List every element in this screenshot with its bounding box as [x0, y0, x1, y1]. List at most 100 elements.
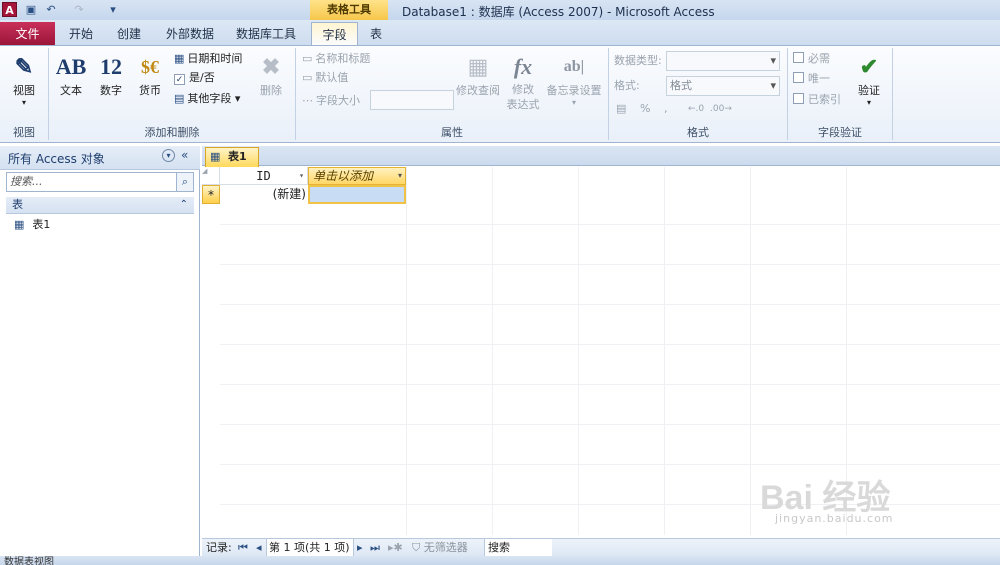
- more-fields-icon: ▤: [174, 92, 185, 105]
- tab-table[interactable]: 表: [360, 22, 392, 46]
- first-record-icon[interactable]: ⏮: [238, 539, 248, 556]
- modify-lookups-button[interactable]: ▦ 修改查阅: [454, 52, 502, 98]
- document-tab-table1[interactable]: ▦ 表1: [205, 147, 259, 167]
- tab-home[interactable]: 开始: [60, 22, 102, 46]
- collapse-group-icon[interactable]: ⌃: [180, 197, 188, 213]
- last-record-icon[interactable]: ⏭: [370, 539, 380, 556]
- tab-external-data[interactable]: 外部数据: [158, 22, 222, 46]
- tab-create[interactable]: 创建: [108, 22, 150, 46]
- currency-format-button[interactable]: ▤: [616, 100, 626, 118]
- validation-button[interactable]: ✔ 验证 ▾: [850, 52, 888, 107]
- modify-expression-button[interactable]: fx 修改 表达式: [504, 52, 542, 112]
- group-label-properties: 属性: [441, 126, 463, 139]
- column-header-id[interactable]: ID ▾: [220, 167, 308, 185]
- grid-line: [220, 384, 1000, 385]
- grid-line: [220, 304, 1000, 305]
- view-button[interactable]: ✎ 视图 ▾: [6, 52, 42, 107]
- delete-icon: ✖: [261, 54, 281, 79]
- grid-line: [220, 224, 1000, 225]
- new-record-active-cell[interactable]: [308, 185, 406, 204]
- required-checkbox[interactable]: 必需: [793, 50, 830, 68]
- group-label-validation: 字段验证: [818, 126, 862, 139]
- chevron-down-icon[interactable]: ▾: [299, 167, 304, 185]
- group-label-add-delete: 添加和删除: [144, 126, 200, 139]
- checkbox-icon: [793, 72, 804, 83]
- nav-pane-header[interactable]: 所有 Access 对象 ▾ «: [0, 146, 200, 170]
- name-caption-button[interactable]: ▭ 名称和标题: [302, 50, 370, 68]
- document-tab-strip: [202, 146, 1000, 166]
- validation-check-icon: ✔: [859, 54, 879, 79]
- table-tools-context-label: 表格工具: [310, 0, 388, 20]
- datetime-field-button[interactable]: ▦ 日期和时间: [174, 50, 242, 68]
- checkbox-icon: [793, 93, 804, 104]
- nav-group-header-tables[interactable]: 表 ⌃: [6, 197, 194, 214]
- group-label-format: 格式: [687, 126, 709, 139]
- grid-line: [492, 167, 493, 535]
- grid-line: [220, 424, 1000, 425]
- indexed-checkbox[interactable]: 已索引: [793, 91, 841, 109]
- undo-icon[interactable]: ↶: [44, 3, 58, 17]
- memo-settings-button[interactable]: ab| 备忘录设置 ▾: [544, 52, 604, 107]
- yesno-field-button[interactable]: ✓ 是/否: [174, 69, 215, 87]
- chevron-down-icon: ▾: [866, 98, 871, 107]
- redo-icon[interactable]: ↷: [72, 3, 86, 17]
- access-app-icon[interactable]: A: [2, 2, 17, 17]
- datasheet-view-icon: ✎: [14, 54, 34, 79]
- comma-button[interactable]: ,: [664, 100, 668, 118]
- record-navigation-bar: 记录: ⏮ ◂ 第 1 项(共 1 项) ▸ ⏭ ▸✱ ⛉ 无筛选器 搜索: [202, 538, 1000, 556]
- text-field-button[interactable]: AB 文本: [54, 52, 88, 98]
- checkbox-icon: ✓: [174, 74, 185, 85]
- current-record-field[interactable]: 第 1 项(共 1 项): [266, 539, 354, 556]
- save-icon[interactable]: ▣: [24, 3, 38, 17]
- memo-icon: ab|: [563, 58, 585, 75]
- collapse-pane-icon[interactable]: «: [181, 148, 188, 162]
- column-header-click-to-add[interactable]: 单击以添加 ▾: [308, 167, 406, 185]
- select-all-corner[interactable]: ◢: [202, 167, 220, 185]
- record-search-input[interactable]: 搜索: [484, 539, 552, 556]
- status-text: 数据表视图: [4, 557, 54, 565]
- customize-qat-icon[interactable]: ▾: [108, 3, 118, 17]
- grid-line: [578, 167, 579, 535]
- nav-menu-chevron-icon[interactable]: ▾: [162, 149, 175, 162]
- baidu-watermark-url: jingyan.baidu.com: [775, 512, 894, 525]
- tab-database-tools[interactable]: 数据库工具: [228, 22, 304, 46]
- table-icon: ▦: [14, 218, 25, 231]
- new-record-icon[interactable]: ▸✱: [388, 539, 403, 556]
- new-record-selector[interactable]: *: [202, 185, 220, 204]
- grid-line: [750, 167, 751, 535]
- field-size-input[interactable]: [370, 90, 454, 110]
- nav-search-input[interactable]: 搜索...: [6, 172, 177, 192]
- format-select[interactable]: 格式 ▾: [666, 76, 780, 96]
- delete-field-button[interactable]: ✖ 删除: [254, 52, 288, 98]
- status-bar: 数据表视图: [0, 556, 1000, 565]
- tab-fields[interactable]: 字段: [311, 22, 358, 46]
- default-value-button[interactable]: ▭ 默认值: [302, 69, 348, 87]
- more-fields-button[interactable]: ▤ 其他字段 ▾: [174, 90, 240, 108]
- unique-checkbox[interactable]: 唯一: [793, 70, 830, 88]
- percent-button[interactable]: %: [640, 100, 650, 118]
- grid-line: [406, 167, 407, 535]
- increase-decimals-button[interactable]: ←.0: [688, 100, 704, 118]
- grid-line: [664, 167, 665, 535]
- currency-field-button[interactable]: $€ 货币: [132, 52, 168, 98]
- search-icon[interactable]: ⌕: [177, 172, 194, 192]
- new-record-id-cell[interactable]: (新建): [220, 185, 308, 204]
- grid-line: [220, 464, 1000, 465]
- chevron-down-icon: ▾: [234, 92, 241, 105]
- fx-icon: fx: [513, 54, 533, 79]
- currency-icon: $€: [141, 57, 159, 77]
- calendar-icon: ▦: [174, 52, 185, 65]
- tab-file[interactable]: 文件: [0, 22, 55, 46]
- nav-item-table1[interactable]: ▦ 表1: [14, 216, 50, 234]
- next-record-icon[interactable]: ▸: [357, 539, 363, 556]
- number-field-button[interactable]: 12 数字: [94, 52, 128, 98]
- decrease-decimals-button[interactable]: .00→: [710, 100, 732, 118]
- no-filter-button[interactable]: ⛉ 无筛选器: [412, 539, 468, 556]
- data-type-select[interactable]: ▾: [666, 51, 780, 71]
- format-label: 格式:: [614, 79, 640, 92]
- data-type-label: 数据类型:: [614, 54, 662, 67]
- table-icon: ▦: [210, 150, 221, 163]
- chevron-down-icon[interactable]: ▾: [398, 168, 402, 184]
- record-label: 记录:: [206, 541, 232, 554]
- prev-record-icon[interactable]: ◂: [256, 539, 262, 556]
